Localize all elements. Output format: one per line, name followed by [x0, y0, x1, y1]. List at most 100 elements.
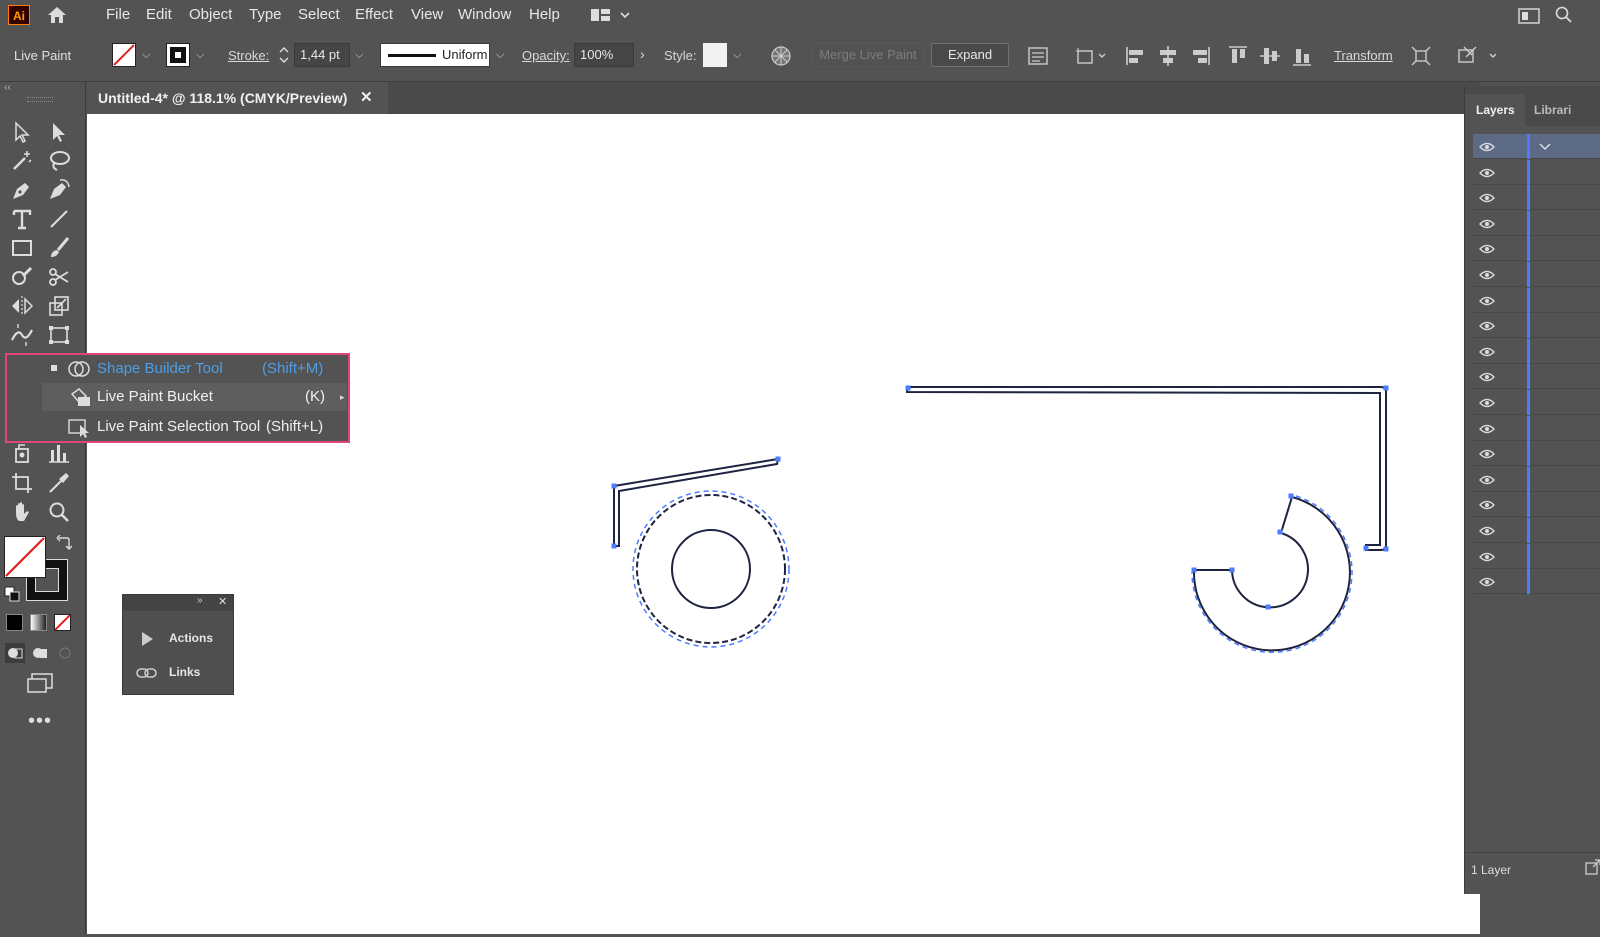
type-tool-icon[interactable]	[9, 206, 35, 232]
recolor-artwork-icon[interactable]	[770, 45, 792, 70]
shaper-tool-icon[interactable]	[9, 264, 35, 290]
opacity-input[interactable]: 100%	[574, 43, 634, 67]
visibility-eye-icon[interactable]	[1479, 142, 1495, 152]
curvature-tool-icon[interactable]	[46, 177, 72, 203]
anchor-point[interactable]	[775, 456, 781, 462]
magic-wand-tool-icon[interactable]	[9, 148, 35, 174]
menu-type[interactable]: Type	[249, 0, 282, 30]
panel-options-icon[interactable]	[1456, 45, 1502, 70]
visibility-eye-icon[interactable]	[1479, 193, 1495, 203]
gradient-mode-icon[interactable]	[30, 614, 47, 631]
free-transform-tool-icon[interactable]	[46, 322, 72, 348]
anchor-point[interactable]	[1383, 385, 1389, 391]
edit-toolbar-icon[interactable]: •••	[28, 710, 52, 733]
layer-row[interactable]	[1473, 390, 1600, 415]
flyout-item-shape-builder[interactable]: Shape Builder Tool (Shift+M)	[42, 355, 347, 383]
isolate-group-icon[interactable]	[1410, 45, 1432, 70]
layer-row[interactable]	[1473, 287, 1600, 313]
opacity-label[interactable]: Opacity:	[522, 48, 570, 63]
anchor-point[interactable]	[1383, 546, 1389, 552]
chevron-down-icon[interactable]	[1539, 143, 1551, 151]
close-panel-icon[interactable]: ✕	[218, 595, 227, 608]
visibility-eye-icon[interactable]	[1479, 244, 1495, 254]
stroke-label[interactable]: Stroke:	[228, 48, 269, 63]
panel-header[interactable]: » ✕	[123, 595, 233, 611]
layer-row[interactable]	[1473, 262, 1600, 287]
stroke-weight-input[interactable]: 1,44 pt	[294, 43, 350, 67]
home-icon[interactable]	[46, 5, 68, 28]
gap-options-icon[interactable]	[1027, 45, 1049, 70]
stroke-swatch[interactable]	[166, 43, 190, 67]
anchor-point[interactable]	[1229, 567, 1235, 573]
layer-row[interactable]	[1473, 415, 1600, 441]
visibility-eye-icon[interactable]	[1479, 372, 1495, 382]
lasso-tool-icon[interactable]	[46, 148, 72, 174]
panel-item-actions[interactable]: Actions	[135, 627, 225, 651]
chevron-down-icon[interactable]: ⌵	[355, 49, 363, 62]
visibility-eye-icon[interactable]	[1479, 577, 1495, 587]
visibility-eye-icon[interactable]	[1479, 296, 1495, 306]
chevron-down-icon[interactable]: ⌵	[142, 49, 150, 62]
export-icon[interactable]	[1585, 859, 1600, 878]
chevron-down-icon[interactable]: ⌵	[733, 49, 741, 62]
artwork-left-group[interactable]	[613, 457, 790, 648]
chevron-right-icon[interactable]: ›	[640, 46, 645, 62]
reflect-tool-icon[interactable]	[9, 293, 35, 319]
menu-effect[interactable]: Effect	[355, 0, 393, 30]
layer-row[interactable]	[1473, 338, 1600, 364]
visibility-eye-icon[interactable]	[1479, 552, 1495, 562]
layer-row[interactable]	[1473, 364, 1600, 390]
color-mode-icon[interactable]	[6, 614, 23, 631]
layer-row[interactable]	[1473, 210, 1600, 236]
visibility-eye-icon[interactable]	[1479, 398, 1495, 408]
rectangle-tool-icon[interactable]	[9, 235, 35, 261]
tab-layers[interactable]: Layers	[1465, 94, 1525, 126]
visibility-eye-icon[interactable]	[1479, 168, 1495, 178]
align-center-icon[interactable]	[1157, 45, 1179, 70]
layer-row[interactable]	[1473, 543, 1600, 569]
artboard-canvas[interactable]	[87, 114, 1480, 934]
visibility-eye-icon[interactable]	[1479, 449, 1495, 459]
swap-fill-stroke-icon[interactable]	[56, 534, 73, 554]
visibility-eye-icon[interactable]	[1479, 424, 1495, 434]
fill-swatch[interactable]	[112, 43, 136, 67]
visibility-eye-icon[interactable]	[1479, 270, 1495, 280]
align-left-icon[interactable]	[1125, 45, 1147, 70]
anchor-point[interactable]	[1265, 604, 1271, 610]
slice-tool-icon[interactable]	[46, 470, 72, 496]
artwork-right-group[interactable]	[906, 386, 1387, 654]
width-tool-icon[interactable]	[9, 322, 35, 348]
layer-row[interactable]	[1473, 236, 1600, 262]
menu-window[interactable]: Window	[458, 0, 511, 30]
visibility-eye-icon[interactable]	[1479, 500, 1495, 510]
visibility-eye-icon[interactable]	[1479, 526, 1495, 536]
tab-libraries[interactable]: Librari	[1534, 103, 1571, 117]
artwork[interactable]	[87, 114, 1480, 934]
scale-tool-icon[interactable]	[46, 293, 72, 319]
stroke-profile-select[interactable]: Uniform	[380, 43, 490, 67]
layer-row[interactable]	[1473, 518, 1600, 543]
chevron-down-icon[interactable]: ⌵	[196, 49, 204, 62]
visibility-eye-icon[interactable]	[1479, 475, 1495, 485]
draw-inside-icon[interactable]	[55, 643, 75, 666]
visibility-eye-icon[interactable]	[1479, 347, 1495, 357]
layer-row[interactable]	[1473, 492, 1600, 518]
align-to-icon[interactable]	[1074, 45, 1110, 70]
align-right-icon[interactable]	[1189, 45, 1211, 70]
graphic-style-swatch[interactable]	[703, 43, 727, 67]
zoom-tool-icon[interactable]	[46, 499, 72, 525]
menu-file[interactable]: File	[106, 0, 130, 30]
chevron-down-icon[interactable]: ⌵	[496, 49, 504, 62]
selection-tool-icon[interactable]	[9, 119, 35, 145]
anchor-point[interactable]	[611, 543, 617, 549]
layer-row[interactable]	[1473, 313, 1600, 339]
align-top-icon[interactable]	[1227, 45, 1249, 70]
layer-row[interactable]	[1473, 185, 1600, 211]
toolbar-grip[interactable]	[27, 97, 53, 102]
menu-help[interactable]: Help	[529, 0, 560, 30]
scissors-tool-icon[interactable]	[46, 264, 72, 290]
draw-normal-icon[interactable]	[5, 643, 25, 666]
screen-mode-icon[interactable]	[26, 672, 56, 699]
stroke-stepper-icon[interactable]	[277, 43, 291, 67]
expand-panels-icon[interactable]: »	[197, 595, 203, 606]
